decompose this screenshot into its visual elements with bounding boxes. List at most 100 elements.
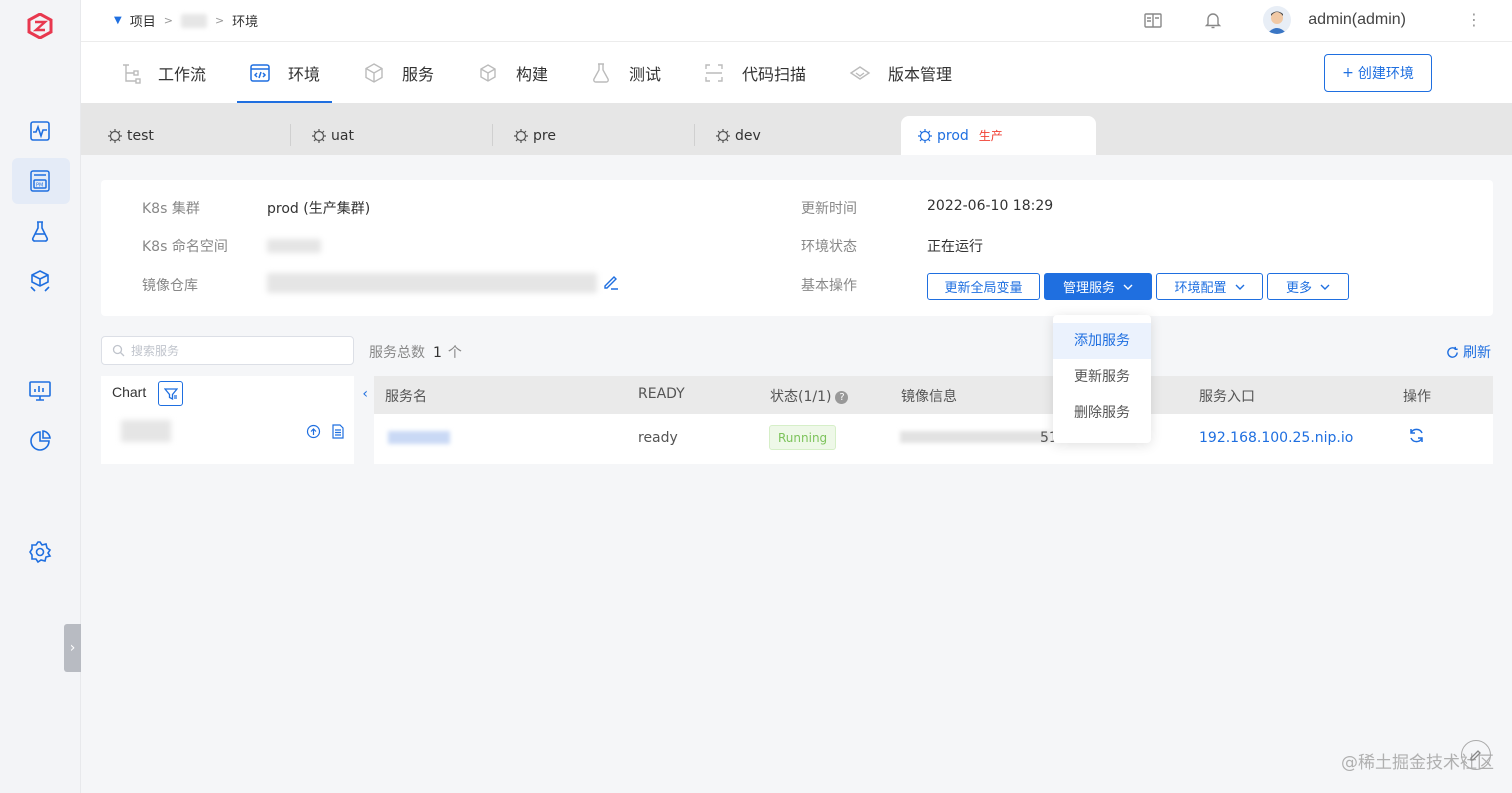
nav-test[interactable]: 测试 [590,42,661,103]
col-ops: 操作 [1403,389,1431,405]
breadcrumb-separator: > [214,14,225,27]
env-tab-dev[interactable]: dev [695,116,901,155]
basic-ops-buttons: 更新全局变量 管理服务 环境配置 更多 [927,273,1349,300]
cluster-label: K8s 集群 [142,201,200,217]
refresh-button[interactable]: 刷新 [1446,342,1491,362]
chevron-down-icon [1123,284,1133,290]
env-tab-prod[interactable]: prod 生产 [901,116,1096,155]
env-tab-uat[interactable]: uat [291,116,493,155]
nav-version[interactable]: 版本管理 [849,42,952,103]
settings-icon[interactable] [28,540,52,564]
upgrade-icon[interactable] [306,424,321,439]
environment-code-icon [250,63,270,82]
status-badge: Running [769,425,837,450]
delete-service-menu-item[interactable]: 删除服务 [1053,395,1151,431]
pie-chart-icon[interactable] [28,429,52,453]
nav-label: 环境 [288,64,321,84]
cluster-value: prod (生产集群) [267,201,371,217]
user-avatar-icon [1267,11,1288,34]
service-entry-link[interactable]: 192.168.100.25.nip.io [1199,430,1353,446]
flask-icon[interactable] [28,219,52,243]
document-icon[interactable] [330,424,345,439]
add-service-menu-item[interactable]: 添加服务 [1053,323,1151,359]
service-total: 服务总数 1 个 [369,342,462,362]
service-name-link-redacted[interactable] [388,431,450,444]
package-icon[interactable] [28,269,52,293]
breadcrumb-current: 环境 [232,15,259,30]
environment-info-card: K8s 集群 prod (生产集群) K8s 命名空间 镜像仓库 更新时间 20… [101,180,1493,316]
main-nav: 工作流 环境 服务 构建 测试 代码扫描 版本管理 + 创建环境 [81,42,1512,103]
nav-build[interactable]: 构建 [477,42,548,103]
test-flask-icon [593,62,609,83]
update-global-vars-button[interactable]: 更新全局变量 [927,273,1040,300]
button-label: 环境配置 [1174,281,1227,296]
project-icon[interactable]: PM [28,169,52,193]
collapse-pane-icon[interactable]: ‹ [362,386,368,402]
book-icon[interactable] [1143,10,1163,30]
left-rail: PM › [0,0,81,793]
nav-label: 工作流 [158,64,207,84]
feedback-fab[interactable] [1461,740,1491,770]
manage-services-button[interactable]: 管理服务 [1044,273,1152,300]
env-status-label: 环境状态 [801,239,857,255]
button-label: 管理服务 [1062,281,1115,296]
zadig-logo-icon[interactable] [27,13,53,39]
chart-title: Chart [112,384,147,400]
nav-environment[interactable]: 环境 [236,42,333,103]
breadcrumb-separator: > [163,14,173,27]
topbar-actions: admin(admin) ⋮ [1143,6,1482,34]
restart-icon[interactable] [1408,427,1425,444]
help-icon[interactable]: ? [835,391,849,404]
env-config-button[interactable]: 环境配置 [1156,273,1263,300]
edit-pencil-icon[interactable] [602,273,620,291]
more-button[interactable]: 更多 [1267,273,1349,300]
caret-down-icon[interactable]: ▼ [114,15,122,26]
production-tag: 生产 [978,129,1003,143]
top-bar: ▼ 项目 > > 环境 admin(admin) ⋮ [81,0,1512,42]
service-table: 服务名 READY 状态(1/1)? 镜像信息 服务入口 操作 ready Ru… [374,376,1493,464]
edit-icon [1470,750,1481,761]
service-search-input[interactable]: 搜索服务 [101,336,354,365]
chart-name-redacted[interactable] [121,420,171,442]
svg-text:PM: PM [36,183,43,189]
helm-icon [108,128,122,143]
update-service-menu-item[interactable]: 更新服务 [1053,359,1151,395]
helm-icon [918,128,932,143]
env-tab-label: prod [937,127,969,144]
nav-service[interactable]: 服务 [363,42,434,103]
total-unit: 个 [447,345,462,361]
breadcrumb-project-name-redacted[interactable] [180,13,207,28]
more-vertical-icon[interactable]: ⋮ [1466,12,1482,28]
col-image: 镜像信息 [901,389,957,405]
nav-workflow[interactable]: 工作流 [119,42,206,103]
env-status-value: 正在运行 [927,239,983,255]
create-environment-button[interactable]: + 创建环境 [1324,54,1432,92]
scan-icon [705,63,723,82]
search-placeholder: 搜索服务 [131,344,180,358]
basic-ops-label: 基本操作 [801,278,857,294]
dashboard-icon[interactable] [28,379,52,403]
registry-value-redacted [267,273,597,293]
env-tab-test[interactable]: test [81,116,291,155]
chevron-down-icon [1235,284,1244,290]
avatar[interactable] [1263,6,1292,34]
monitor-icon[interactable] [28,119,52,143]
rail-expand-toggle[interactable]: › [64,624,81,672]
version-diamond-icon [849,65,871,80]
total-count: 1 [433,345,442,361]
nav-code-scan[interactable]: 代码扫描 [703,42,806,103]
col-service-name: 服务名 [385,389,427,405]
env-tab-label: dev [735,127,761,144]
chevron-down-icon [1320,284,1330,290]
manage-services-dropdown: 添加服务 更新服务 删除服务 [1053,315,1151,443]
bell-icon[interactable] [1203,10,1223,30]
chart-filter-button[interactable] [158,381,183,406]
user-name[interactable]: admin(admin) [1308,11,1406,29]
env-tab-label: uat [331,127,354,144]
namespace-value-redacted [267,238,321,254]
build-box-icon [480,63,496,82]
breadcrumb-project[interactable]: 项目 [130,11,156,30]
service-cube-icon [365,62,383,83]
env-tab-pre[interactable]: pre [493,116,695,155]
updated-time-label: 更新时间 [801,201,857,217]
